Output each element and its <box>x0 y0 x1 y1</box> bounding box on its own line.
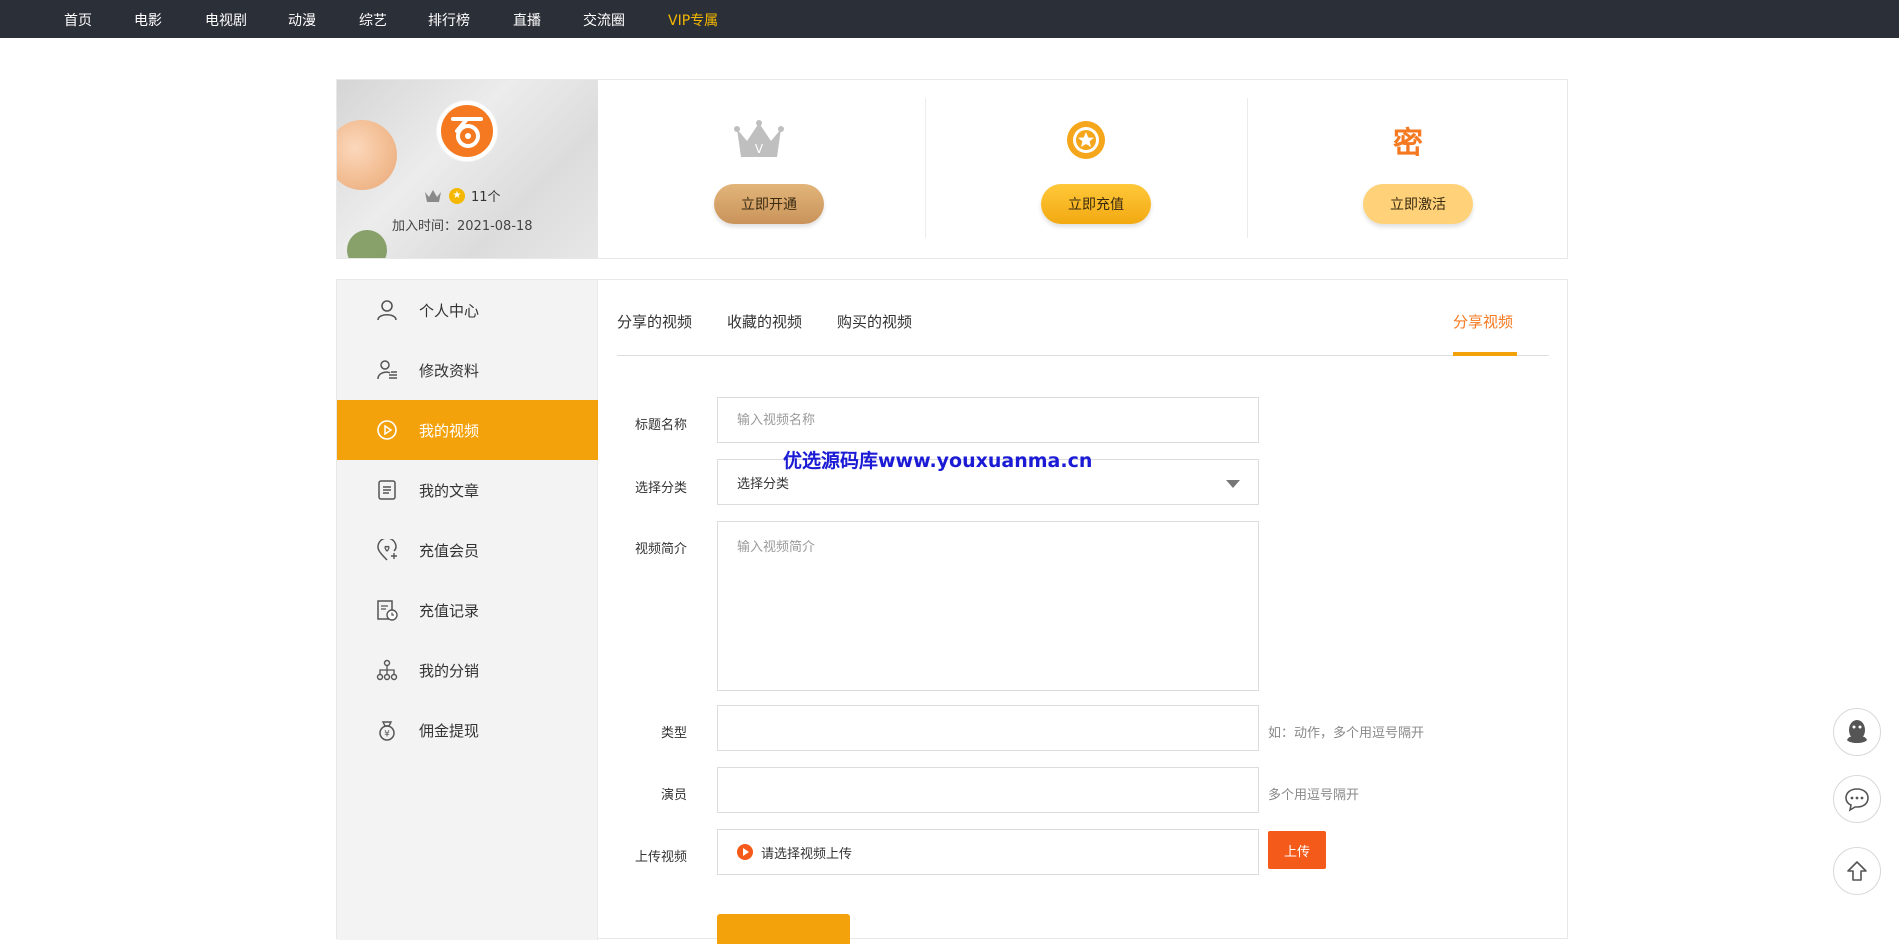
type-label: 类型 <box>660 726 687 741</box>
sidebar-item-label: 我的文章 <box>419 481 480 500</box>
type-input[interactable] <box>717 705 1259 751</box>
open-vip-button[interactable]: 立即开通 <box>714 184 824 224</box>
money-bag-icon: ¥ <box>375 718 399 742</box>
nav-live[interactable]: 直播 <box>513 10 541 30</box>
upload-video-field[interactable]: 请选择视频上传 <box>717 829 1259 875</box>
tab-favorite-videos[interactable]: 收藏的视频 <box>727 311 802 332</box>
chat-button[interactable] <box>1833 775 1881 823</box>
sidebar-item-label: 充值会员 <box>419 541 480 560</box>
nav-home[interactable]: 首页 <box>64 10 92 30</box>
nav-movies[interactable]: 电影 <box>134 10 162 30</box>
password-glyph-icon: 密 <box>1393 126 1423 161</box>
active-tab-indicator <box>1453 352 1517 356</box>
tab-purchased-videos[interactable]: 购买的视频 <box>837 311 912 332</box>
svg-text:¥: ¥ <box>384 730 390 740</box>
document-icon <box>375 478 399 502</box>
sidebar-item-recharge-membership[interactable]: 充值会员 <box>337 520 598 580</box>
main-panel: 个人中心 修改资料 我的视频 我的文章 充值会员 充值记录 我的分销 ¥ 佣金提… <box>336 279 1568 944</box>
watermark-text: 优选源码库www.youxuanma.cn <box>783 450 1093 472</box>
arrow-up-icon <box>1847 861 1867 881</box>
tab-share-video[interactable]: 分享视频 <box>1453 311 1513 332</box>
sidebar-item-label: 修改资料 <box>419 361 480 380</box>
sidebar-item-commission-withdraw[interactable]: ¥ 佣金提现 <box>337 700 598 760</box>
sidebar-item-label: 充值记录 <box>419 601 480 620</box>
user-icon <box>375 298 399 322</box>
nav-rankings[interactable]: 排行榜 <box>428 10 470 30</box>
upload-video-text: 请选择视频上传 <box>761 846 853 862</box>
submit-button[interactable] <box>717 914 850 944</box>
chat-bubble-icon <box>1845 788 1869 812</box>
type-hint: 如：动作，多个用逗号隔开 <box>1268 726 1425 741</box>
back-to-top-button[interactable] <box>1833 847 1881 895</box>
star-coin-icon <box>1067 121 1105 159</box>
profile-summary: ★ 11个 加入时间：2021-08-18 <box>337 80 598 258</box>
coin-count: 11个 <box>471 190 501 205</box>
activate-section: 密 立即激活 <box>1247 80 1569 258</box>
heart-location-icon <box>375 538 399 562</box>
chevron-down-icon <box>1226 480 1240 488</box>
nav-vip[interactable]: VIP专属 <box>668 10 718 30</box>
category-label: 选择分类 <box>634 481 687 496</box>
sidebar-item-edit-profile[interactable]: 修改资料 <box>337 340 598 400</box>
coin-icon: ★ <box>449 187 465 204</box>
recharge-button[interactable]: 立即充值 <box>1041 184 1151 224</box>
sidebar-item-profile-center[interactable]: 个人中心 <box>337 280 598 340</box>
avatar[interactable] <box>437 101 497 161</box>
qq-contact-button[interactable] <box>1833 708 1881 756</box>
qq-penguin-icon <box>1847 720 1867 743</box>
network-icon <box>375 658 399 682</box>
top-navigation-bar: 首页 电影 电视剧 动漫 综艺 排行榜 直播 交流圈 VIP专属 <box>0 0 1899 38</box>
sidebar-item-my-distribution[interactable]: 我的分销 <box>337 640 598 700</box>
category-selected-value: 选择分类 <box>737 476 790 492</box>
decorative-leaf <box>347 230 387 258</box>
play-circle-icon <box>375 418 399 442</box>
intro-textarea[interactable] <box>717 521 1259 691</box>
sidebar-item-label: 我的分销 <box>419 661 480 680</box>
svg-text:V: V <box>755 142 764 156</box>
sidebar-item-label: 我的视频 <box>419 421 480 440</box>
nav-anime[interactable]: 动漫 <box>288 10 316 30</box>
crown-icon <box>425 189 441 202</box>
recharge-section: 立即充值 <box>925 80 1247 258</box>
intro-label: 视频简介 <box>634 542 687 557</box>
user-badges: ★ 11个 <box>423 186 501 205</box>
decorative-flower <box>337 120 397 190</box>
sidebar-item-recharge-records[interactable]: 充值记录 <box>337 580 598 640</box>
edit-profile-icon <box>375 358 399 382</box>
sidebar-item-label: 佣金提现 <box>419 721 480 740</box>
sidebar: 个人中心 修改资料 我的视频 我的文章 充值会员 充值记录 我的分销 ¥ 佣金提… <box>337 280 598 940</box>
profile-card: ★ 11个 加入时间：2021-08-18 V 立即开通 立即充值 密 立即激活 <box>336 79 1568 259</box>
upload-button[interactable]: 上传 <box>1268 831 1326 869</box>
sidebar-item-my-videos[interactable]: 我的视频 <box>337 400 598 460</box>
actors-input[interactable] <box>717 767 1259 813</box>
vip-open-section: V 立即开通 <box>598 80 920 258</box>
activate-button[interactable]: 立即激活 <box>1363 184 1473 224</box>
sidebar-item-my-articles[interactable]: 我的文章 <box>337 460 598 520</box>
avatar-logo-icon <box>451 117 483 148</box>
record-icon <box>375 598 399 622</box>
nav-community[interactable]: 交流圈 <box>583 10 625 30</box>
crown-icon: V <box>734 120 784 157</box>
actors-hint: 多个用逗号隔开 <box>1268 788 1360 803</box>
join-date: 加入时间：2021-08-18 <box>392 219 533 234</box>
nav-variety[interactable]: 综艺 <box>359 10 387 30</box>
upload-label: 上传视频 <box>634 850 687 865</box>
nav-tv-series[interactable]: 电视剧 <box>205 10 247 30</box>
play-icon <box>737 844 753 860</box>
sidebar-item-label: 个人中心 <box>419 301 480 320</box>
actors-label: 演员 <box>660 788 687 803</box>
tab-shared-videos[interactable]: 分享的视频 <box>617 311 692 332</box>
title-label: 标题名称 <box>634 418 687 433</box>
title-input[interactable] <box>717 397 1259 443</box>
